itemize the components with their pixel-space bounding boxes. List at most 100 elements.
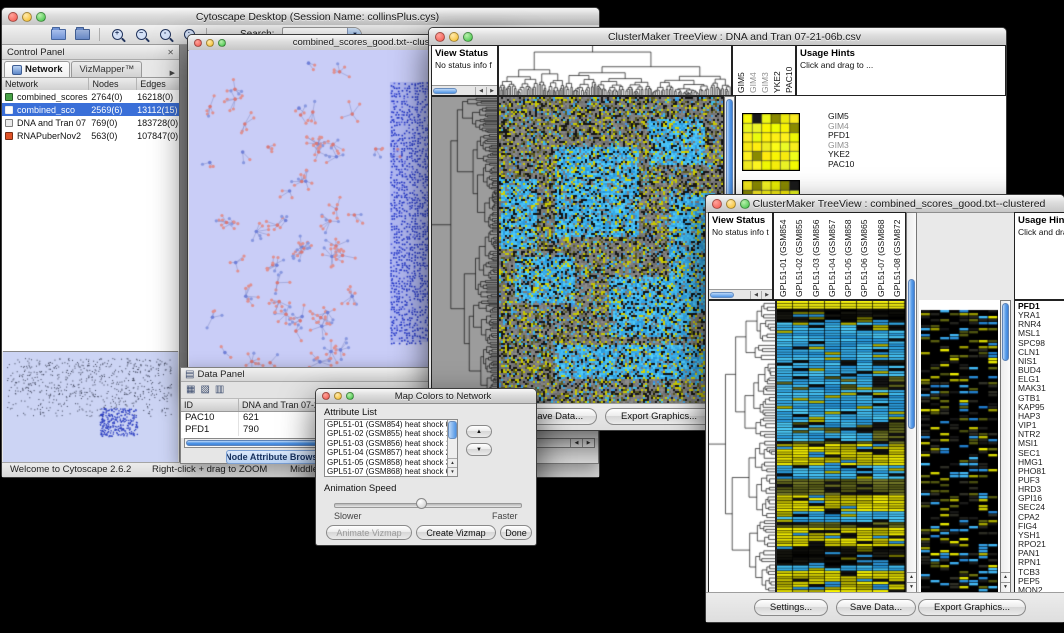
scrollbar-thumb[interactable] [908, 279, 915, 429]
treeview1-titlebar[interactable]: ClusterMaker TreeView : DNA and Tran 07-… [429, 28, 1006, 46]
zoom-button[interactable] [740, 199, 750, 209]
row-dendrogram[interactable] [432, 97, 497, 405]
import-network-button[interactable] [72, 26, 92, 43]
attribute-matrix-icon[interactable]: ▥ [215, 384, 224, 396]
expression-heatmap[interactable] [777, 301, 905, 592]
scroll-up-icon[interactable]: ▲ [907, 572, 916, 582]
move-up-button[interactable]: ▲ [466, 425, 492, 438]
scroll-right-icon[interactable]: ▶ [486, 87, 497, 95]
select-attributes-icon[interactable]: ▦ [186, 384, 195, 396]
zoom-in-button[interactable]: + [107, 26, 127, 43]
scroll-right-icon[interactable]: ▶ [761, 291, 772, 299]
attribute-item[interactable]: GPL51-02 (GSM855) heat shock 10 min [325, 429, 457, 438]
attribute-item[interactable]: GPL51-05 (GSM858) heat shock 30 min [325, 458, 457, 467]
tab-network[interactable]: Network [4, 61, 70, 77]
zoom-out-button[interactable]: − [131, 26, 151, 43]
zoom-button[interactable] [463, 32, 473, 42]
speed-slider-knob[interactable] [416, 498, 427, 509]
column-label[interactable]: GPL51-06 (GSM865 [859, 215, 868, 297]
close-button[interactable] [194, 39, 202, 47]
tab-overflow-arrow[interactable]: ▶ [170, 69, 179, 77]
export-graphics-button[interactable]: Export Graphics... [918, 599, 1026, 616]
minimize-button[interactable] [206, 39, 214, 47]
column-dendrogram[interactable] [499, 46, 731, 95]
node-attribute-browser-tab[interactable]: Node Attribute Brows... [226, 450, 324, 464]
main-titlebar[interactable]: Cytoscape Desktop (Session Name: collins… [2, 8, 599, 26]
create-attribute-icon[interactable]: ▧ [200, 384, 209, 396]
column-label[interactable]: GPL51-05 (GSM858 [843, 215, 852, 297]
save-data-button[interactable]: Save Data... [836, 599, 916, 616]
column-label[interactable]: GPL51-07 (GSM868 [876, 215, 885, 297]
close-button[interactable] [8, 12, 18, 22]
network-list-row[interactable]: combined_scores 2764(0) 16218(0) [2, 90, 179, 103]
create-vizmap-button[interactable]: Create Vizmap [416, 525, 496, 540]
zoom-fit-button[interactable]: ▫ [155, 26, 175, 43]
column-label[interactable]: GPL51-04 (GSM857 [827, 215, 836, 297]
dialog-titlebar[interactable]: Map Colors to Network [316, 389, 536, 404]
listbox-vscrollbar[interactable]: ▲▼ [447, 420, 457, 476]
column-label[interactable]: GPL51-01 (GSM854 [778, 215, 787, 297]
network-overview-panel[interactable] [3, 351, 178, 462]
row-dendrogram[interactable] [709, 301, 775, 592]
network-list-row[interactable]: combined_sco 2569(6) 13112(15) [2, 103, 179, 116]
speed-slider-track[interactable] [334, 503, 522, 508]
secondary-vscrollbar[interactable]: ▲▼ [1000, 300, 1011, 593]
gene-label[interactable]: PAC10 [828, 160, 854, 170]
scroll-left-icon[interactable]: ◀ [570, 439, 582, 447]
main-vscrollbar[interactable]: ▲▼ [906, 212, 917, 593]
column-label[interactable]: GPL51-02 (GSM855 [794, 215, 803, 297]
close-button[interactable] [712, 199, 722, 209]
done-button[interactable]: Done [500, 525, 532, 540]
minimize-button[interactable] [334, 392, 342, 400]
view-status-scrollbar[interactable]: ◀▶ [432, 85, 497, 95]
scroll-left-icon[interactable]: ◀ [475, 87, 486, 95]
zoom-button[interactable] [218, 39, 226, 47]
correlation-matrix[interactable] [742, 113, 800, 171]
close-panel-icon[interactable]: ✕ [167, 48, 174, 57]
expression-heatmap[interactable] [499, 97, 723, 405]
column-label[interactable]: GPL51-08 (GSM872 [892, 215, 901, 297]
scroll-up-icon[interactable]: ▲ [448, 458, 457, 467]
minimize-button[interactable] [449, 32, 459, 42]
attribute-item[interactable]: GPL51-07 (GSM868) heat shock 60 min [325, 467, 457, 476]
column-label[interactable]: GPL51-03 (GSM856 [811, 215, 820, 297]
scrollbar-thumb[interactable] [448, 421, 457, 439]
scroll-down-icon[interactable]: ▼ [448, 467, 457, 476]
column-label[interactable]: YKE2 [772, 48, 780, 93]
scroll-down-icon[interactable]: ▼ [907, 582, 916, 592]
open-session-button[interactable] [48, 26, 68, 43]
tab-vizmapper[interactable]: VizMapper™ [71, 61, 142, 77]
secondary-heatmap[interactable] [921, 301, 998, 592]
attribute-item[interactable]: GPL51-04 (GSM857) heat shock 20 min [325, 448, 457, 457]
column-label[interactable]: GIM3 [760, 48, 768, 93]
network-overview-thumbnail[interactable] [3, 352, 177, 460]
scrollbar-thumb[interactable] [433, 88, 457, 94]
attribute-item[interactable]: GPL51-03 (GSM856) heat shock 15 min [325, 439, 457, 448]
treeview2-titlebar[interactable]: ClusterMaker TreeView : combined_scores_… [706, 195, 1064, 213]
zoom-button[interactable] [36, 12, 46, 22]
minimize-button[interactable] [726, 199, 736, 209]
scroll-up-icon[interactable]: ▲ [1001, 572, 1010, 582]
export-graphics-button[interactable]: Export Graphics... [605, 408, 713, 425]
network-list-row[interactable]: DNA and Tran 07 769(0) 183728(0) [2, 116, 179, 129]
column-label[interactable]: GIM4 [748, 48, 756, 93]
column-header-id[interactable]: ID [181, 399, 239, 411]
minimize-button[interactable] [22, 12, 32, 22]
scroll-left-icon[interactable]: ◀ [750, 291, 761, 299]
attribute-item[interactable]: GPL51-01 (GSM854) heat shock 05 min [325, 420, 457, 429]
move-down-button[interactable]: ▼ [466, 443, 492, 456]
view-status-scrollbar[interactable]: ◀▶ [709, 289, 772, 299]
zoom-button[interactable] [346, 392, 354, 400]
column-label[interactable]: PAC10 [784, 48, 792, 93]
animate-vizmap-button[interactable]: Animate Vizmap [326, 525, 412, 540]
attribute-listbox[interactable]: GPL51-01 (GSM854) heat shock 05 minGPL51… [324, 419, 458, 477]
scroll-down-icon[interactable]: ▼ [1001, 582, 1010, 592]
settings-button[interactable]: Settings... [754, 599, 828, 616]
network-list-row[interactable]: RNAPuberNov2 563(0) 107847(0) [2, 129, 179, 142]
close-button[interactable] [322, 392, 330, 400]
scroll-right-icon[interactable]: ▶ [582, 439, 594, 447]
scrollbar-thumb[interactable] [710, 292, 734, 298]
column-label[interactable]: GIM5 [736, 48, 744, 93]
close-button[interactable] [435, 32, 445, 42]
scrollbar-thumb[interactable] [1002, 303, 1009, 361]
